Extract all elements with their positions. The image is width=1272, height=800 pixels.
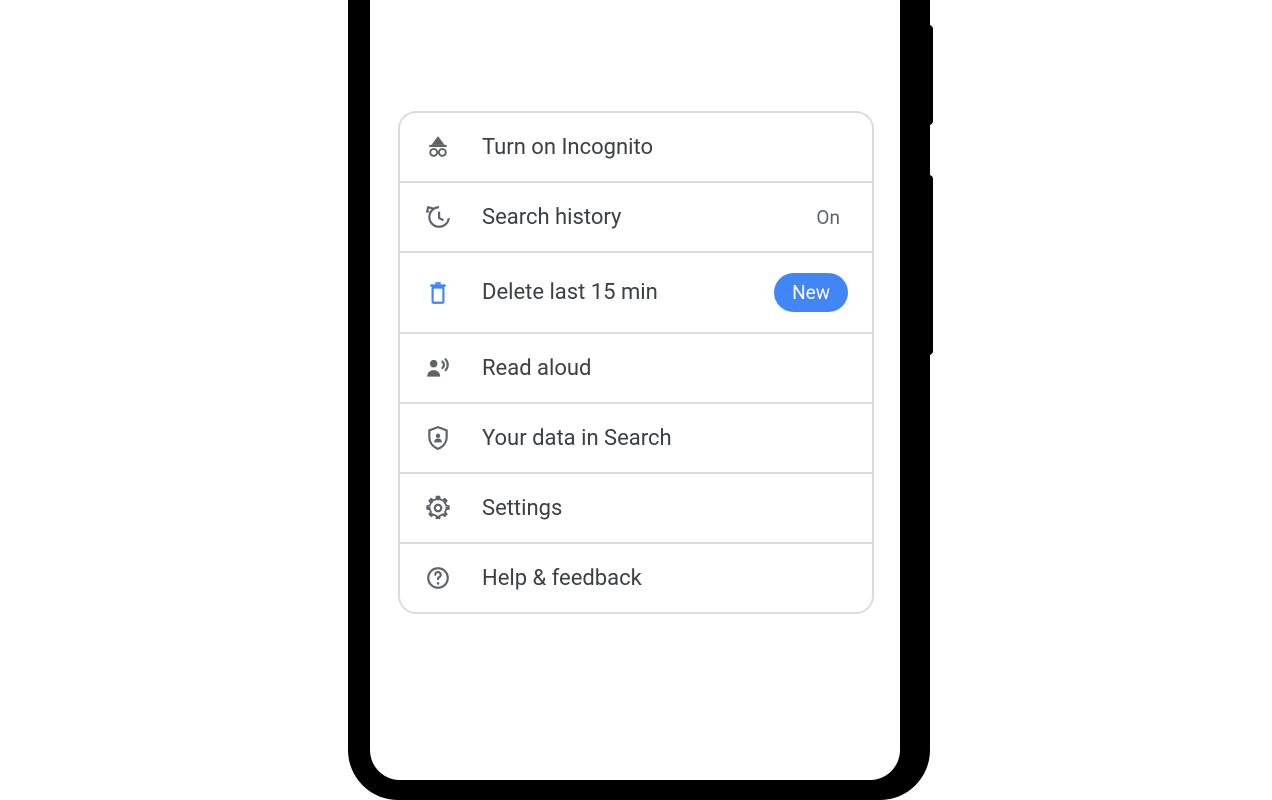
phone-side-button-2 bbox=[925, 175, 933, 355]
menu-item-label: Help & feedback bbox=[482, 566, 848, 591]
menu-item-delete-last-15[interactable]: Delete last 15 min New bbox=[400, 253, 872, 334]
menu-item-read-aloud[interactable]: Read aloud bbox=[400, 334, 872, 404]
menu-item-label: Turn on Incognito bbox=[482, 135, 848, 160]
incognito-icon bbox=[424, 133, 452, 161]
menu-item-status: On bbox=[816, 206, 840, 229]
menu-item-incognito[interactable]: Turn on Incognito bbox=[400, 113, 872, 183]
history-icon bbox=[424, 203, 452, 231]
menu-item-label: Settings bbox=[482, 496, 848, 521]
phone-side-button-1 bbox=[925, 25, 933, 125]
menu-item-label: Your data in Search bbox=[482, 426, 848, 451]
privacy-shield-icon bbox=[424, 424, 452, 452]
menu-card: Turn on Incognito Search history On Dele… bbox=[398, 111, 874, 614]
menu-item-label: Delete last 15 min bbox=[482, 280, 774, 305]
help-icon bbox=[424, 564, 452, 592]
menu-item-search-history[interactable]: Search history On bbox=[400, 183, 872, 253]
menu-item-your-data[interactable]: Your data in Search bbox=[400, 404, 872, 474]
settings-icon bbox=[424, 494, 452, 522]
menu-item-label: Search history bbox=[482, 205, 816, 230]
read-aloud-icon bbox=[424, 354, 452, 382]
delete-icon bbox=[424, 279, 452, 307]
menu-item-help-feedback[interactable]: Help & feedback bbox=[400, 544, 872, 612]
menu-item-settings[interactable]: Settings bbox=[400, 474, 872, 544]
menu-item-label: Read aloud bbox=[482, 356, 848, 381]
new-badge: New bbox=[774, 273, 848, 312]
